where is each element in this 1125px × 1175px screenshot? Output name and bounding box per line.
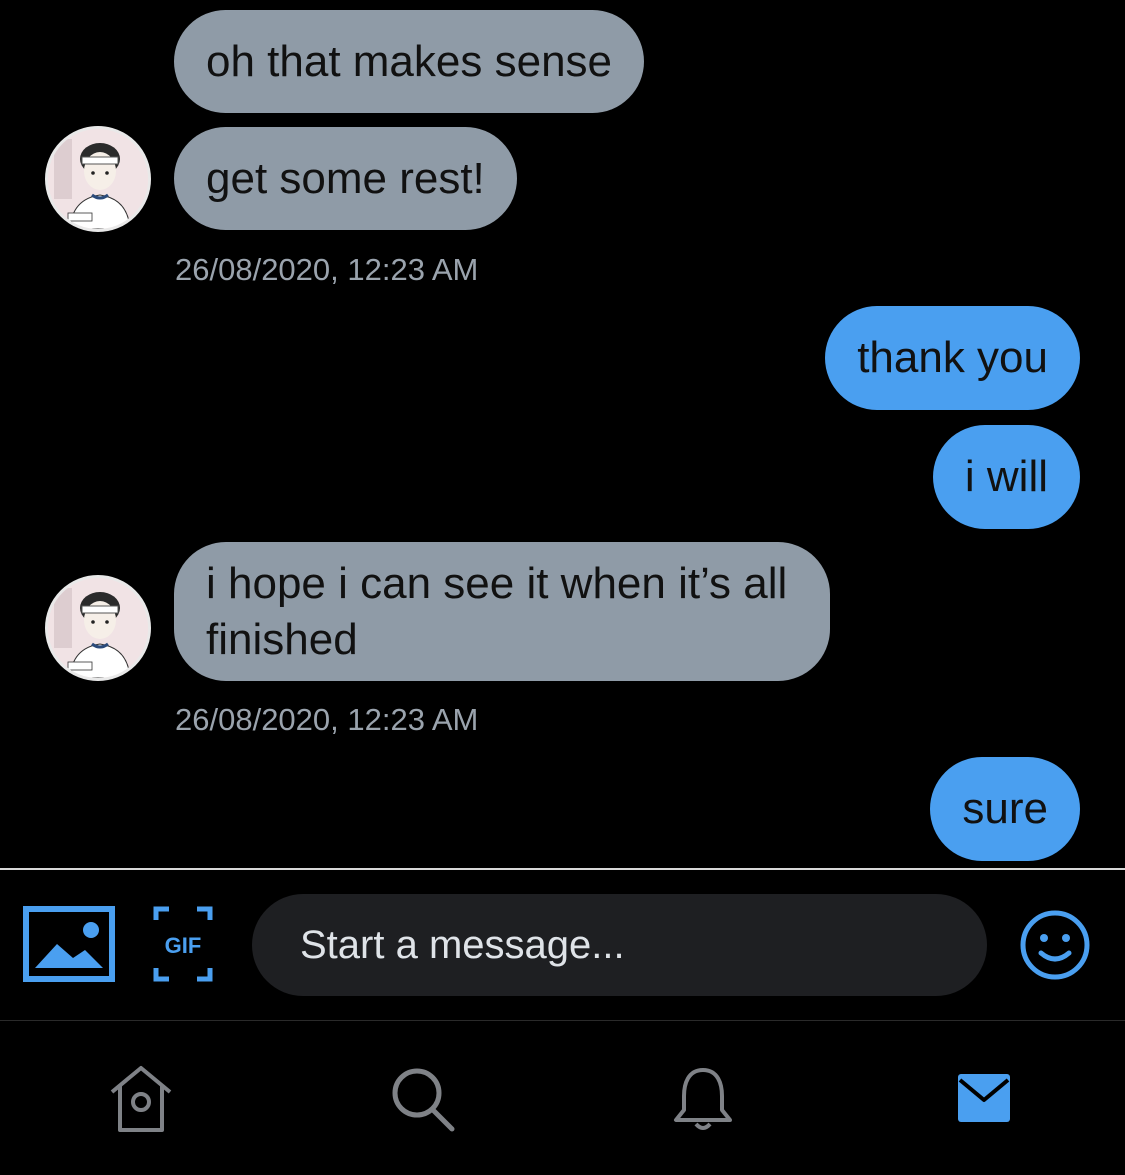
message-text: i will [964,452,1048,501]
notifications-icon[interactable] [668,1062,738,1136]
message-input[interactable] [252,894,987,996]
messages-icon[interactable] [950,1062,1020,1136]
message-text: thank you [857,333,1048,382]
tab-bar-divider [0,1020,1125,1021]
message-text: sure [962,784,1048,833]
dm-screen: oh that makes sense get some rest! 26/08… [0,0,1125,1175]
message-text: oh that makes sense [206,36,613,86]
home-icon[interactable] [106,1062,176,1136]
image-icon[interactable] [23,906,115,982]
emoji-icon[interactable] [1019,909,1091,981]
message-timestamp: 26/08/2020, 12:23 AM [175,702,479,737]
gif-icon[interactable]: GIF [153,906,213,982]
message-bubble-incoming[interactable]: i hope i can see it when it’s all finish… [174,542,830,681]
message-bubble-incoming[interactable]: get some rest! [174,127,517,230]
gif-label: GIF [165,933,202,958]
avatar[interactable] [45,575,151,681]
message-bubble-incoming[interactable]: oh that makes sense [174,10,645,113]
message-bubble-outgoing[interactable]: sure [930,757,1080,861]
avatar-image [48,129,148,229]
message-bubble-outgoing[interactable]: i will [932,425,1080,529]
message-text: i hope i can see it when it’s all finish… [206,558,788,664]
avatar[interactable] [45,126,151,232]
message-timestamp: 26/08/2020, 12:23 AM [175,252,479,287]
search-icon[interactable] [388,1062,458,1136]
message-text: get some rest! [206,153,485,203]
message-bubble-outgoing[interactable]: thank you [825,306,1080,410]
composer-divider [0,868,1125,870]
avatar-image [48,578,148,678]
